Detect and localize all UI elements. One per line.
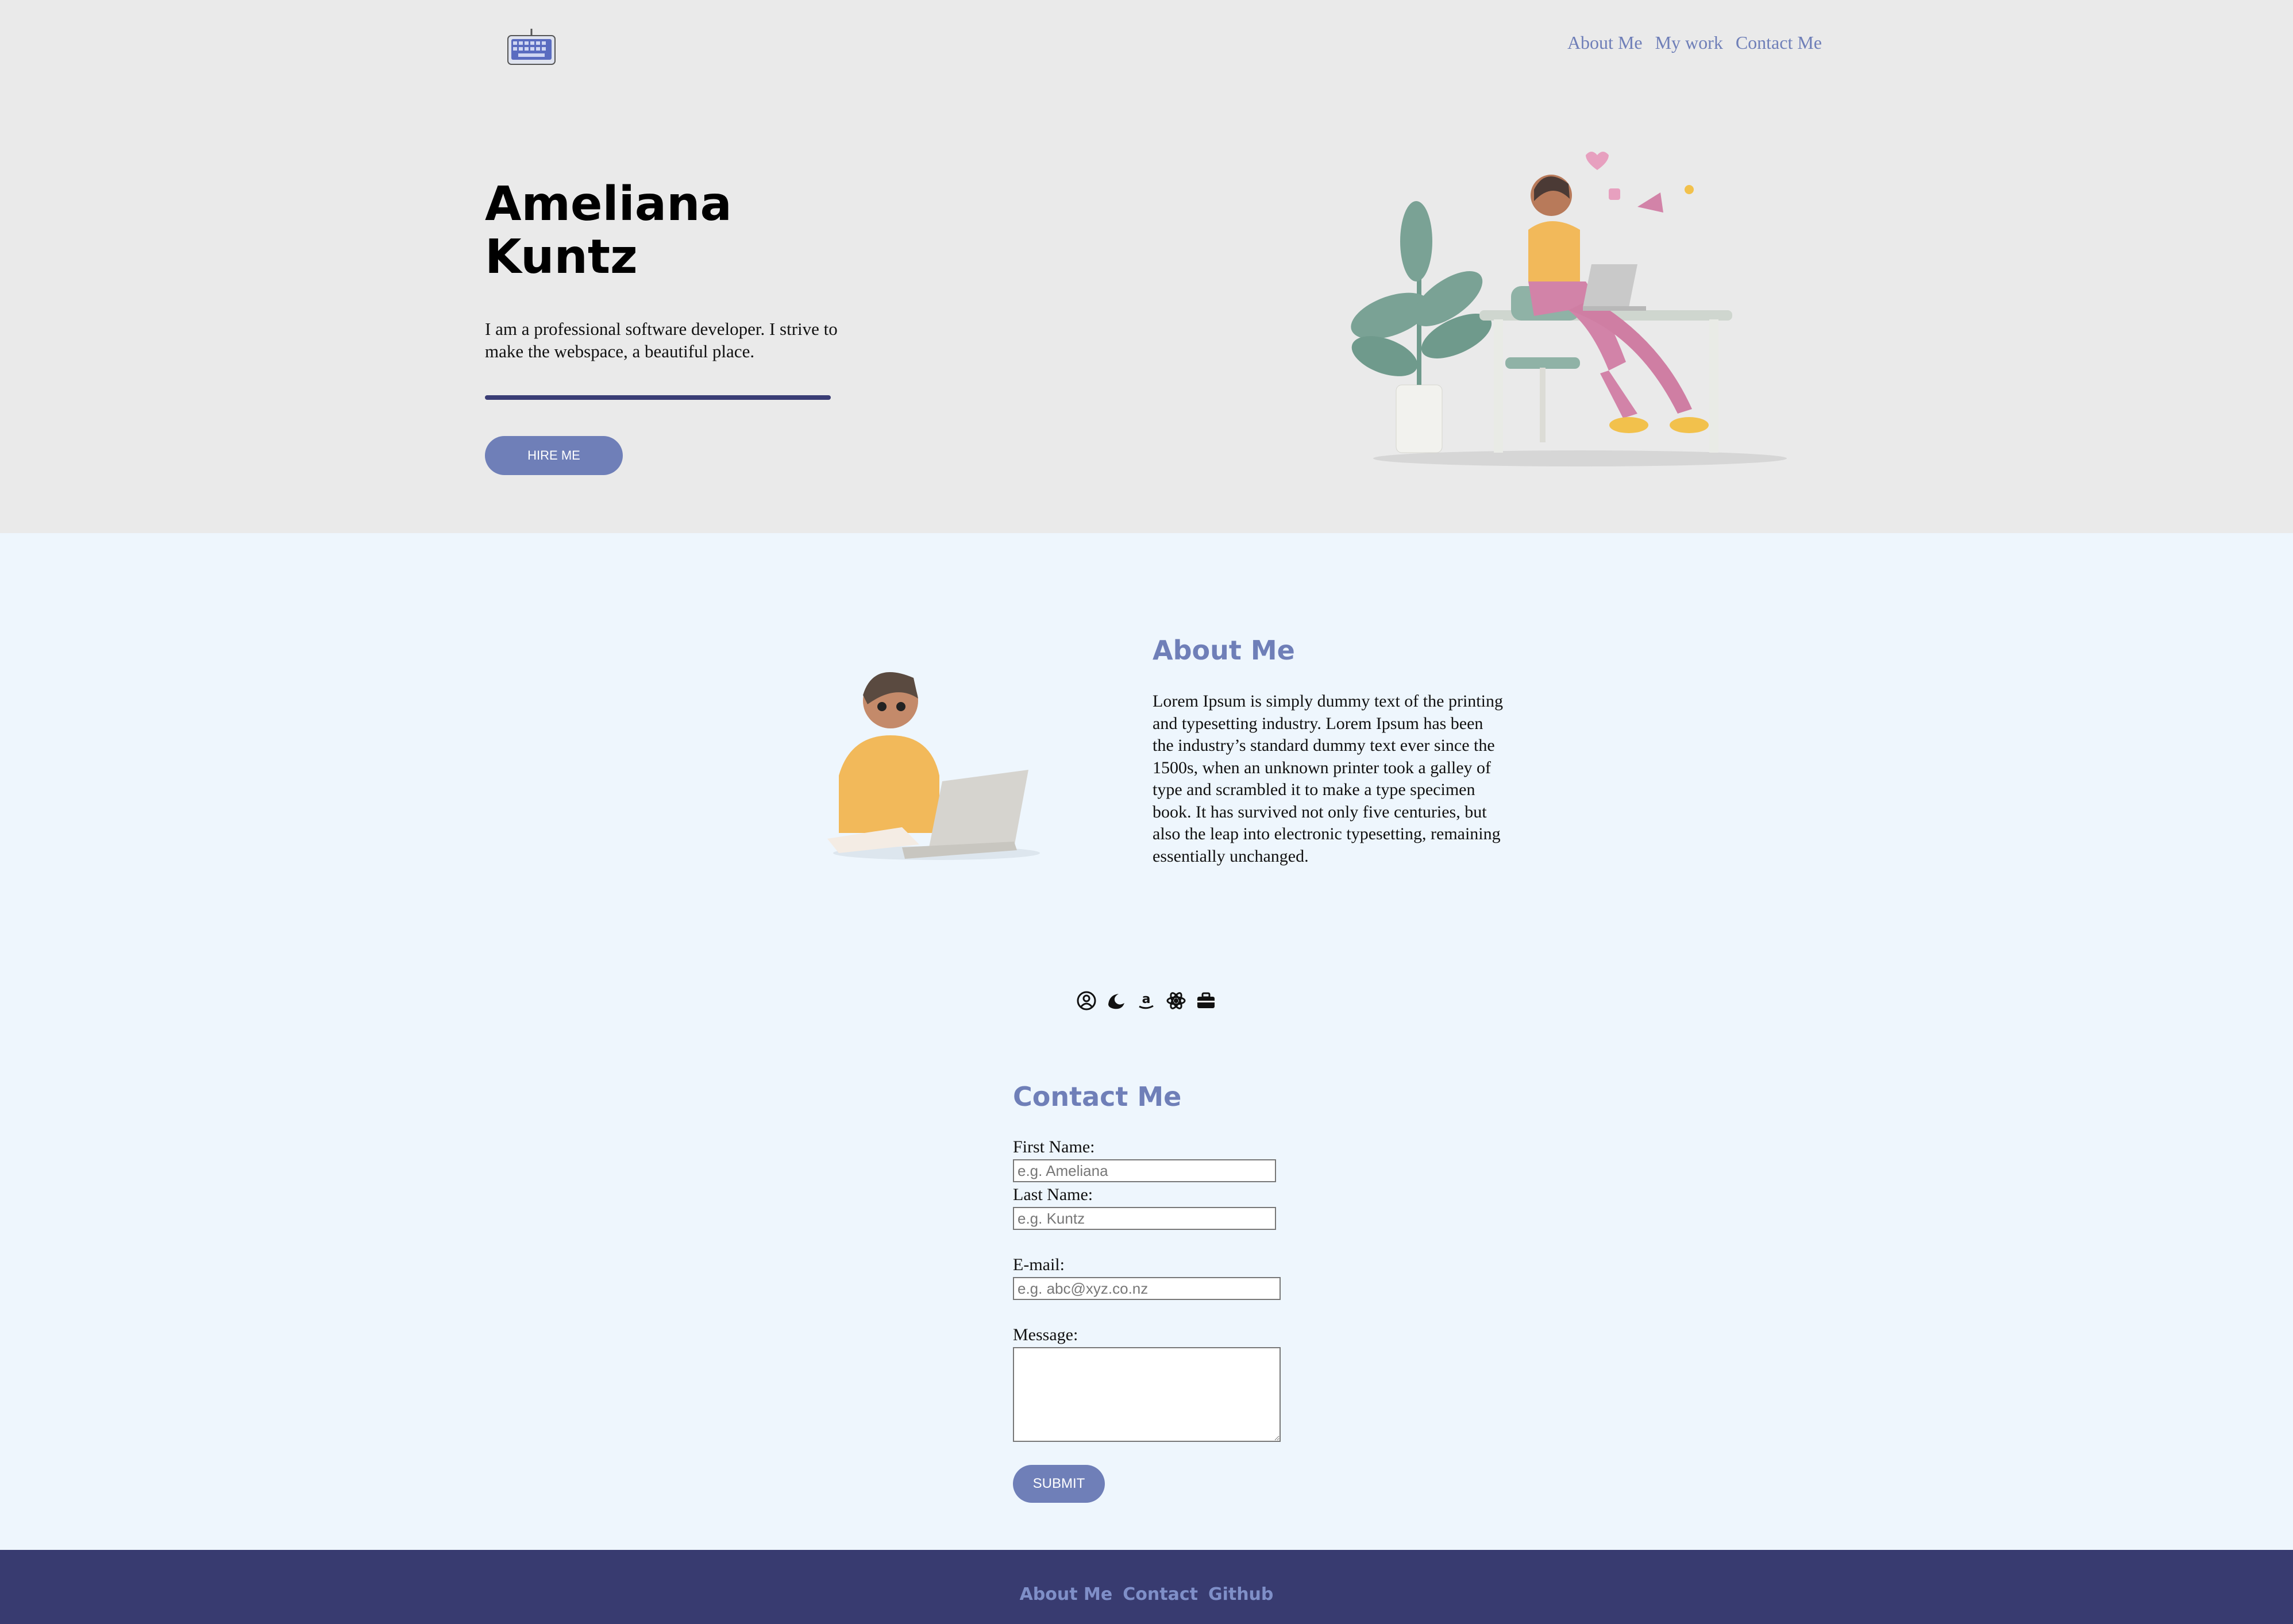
message-label: Message: (1013, 1325, 1078, 1344)
message-textarea[interactable] (1013, 1347, 1281, 1442)
footer-links: About Me Contact Github (0, 1584, 2293, 1604)
footer-link-contact[interactable]: Contact (1123, 1584, 1198, 1604)
swirl-icon[interactable] (1106, 990, 1127, 1011)
nav-contact-me[interactable]: Contact Me (1736, 32, 1822, 53)
social-icons: a (1076, 990, 1216, 1011)
hero-name: Ameliana Kuntz (485, 178, 887, 284)
keyboard-icon[interactable] (506, 29, 557, 67)
last-name-label: Last Name: (1013, 1185, 1093, 1204)
about-title: About Me (1153, 635, 1295, 666)
briefcase-icon[interactable] (1196, 990, 1216, 1011)
footer-link-github[interactable]: Github (1208, 1584, 1273, 1604)
first-name-label: First Name: (1013, 1137, 1095, 1156)
hero-description: I am a professional software developer. … (485, 319, 838, 361)
nav-about-me[interactable]: About Me (1567, 32, 1643, 53)
email-field[interactable] (1013, 1277, 1281, 1300)
email-label: E-mail: (1013, 1255, 1065, 1274)
contact-title: Contact Me (1013, 1081, 1182, 1112)
last-name-field[interactable] (1013, 1207, 1276, 1230)
submit-button[interactable]: SUBMIT (1013, 1465, 1105, 1503)
svg-text:a: a (1142, 992, 1151, 1006)
hero-divider (485, 395, 831, 400)
footer: About Me Contact Github (0, 1550, 2293, 1624)
about-text: Lorem Ipsum is simply dummy text of the … (1153, 692, 1503, 866)
footer-link-about-me[interactable]: About Me (1020, 1584, 1113, 1604)
hero-section: About Me My work Contact Me Ameliana Kun… (0, 0, 2293, 533)
hero-name-first: Ameliana (485, 177, 732, 232)
amazon-icon[interactable]: a (1136, 990, 1157, 1011)
user-circle-icon[interactable] (1076, 990, 1097, 1011)
woman-at-desk-illustration (1351, 152, 1787, 466)
first-name-field[interactable] (1013, 1159, 1276, 1182)
hire-me-button[interactable]: HIRE ME (485, 436, 623, 475)
react-icon[interactable] (1166, 990, 1186, 1011)
hero-name-last: Kuntz (485, 230, 638, 284)
man-with-laptop-illustration (827, 672, 1040, 860)
nav-my-work[interactable]: My work (1655, 32, 1723, 53)
top-nav: About Me My work Contact Me (1567, 32, 1822, 53)
